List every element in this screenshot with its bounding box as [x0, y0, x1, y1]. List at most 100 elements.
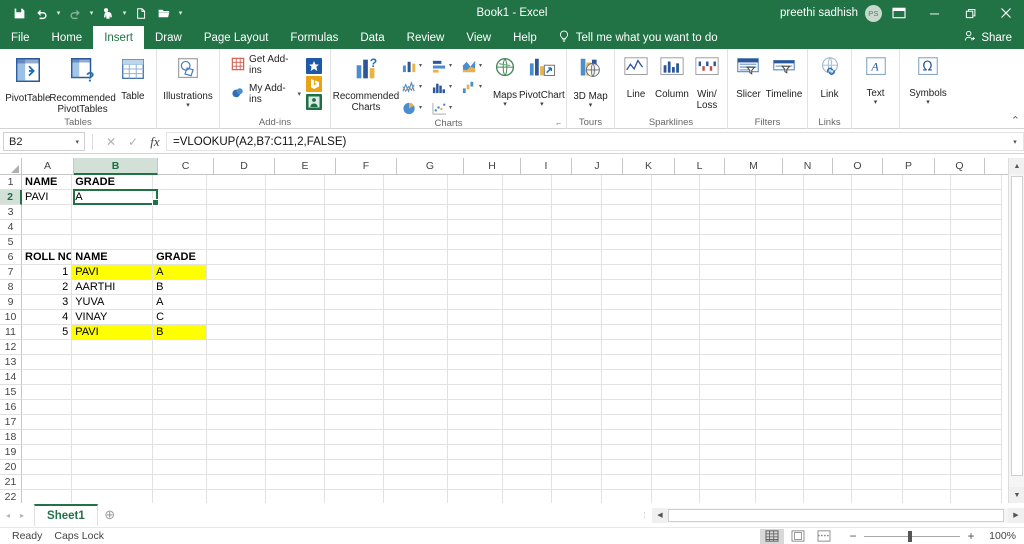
cell-K3[interactable] — [602, 205, 652, 220]
bing-addin-icon[interactable] — [306, 76, 322, 92]
cell-D3[interactable] — [207, 205, 266, 220]
cell-H6[interactable] — [448, 250, 503, 265]
cell-J3[interactable] — [552, 205, 601, 220]
column-header-j[interactable]: J — [572, 158, 623, 175]
cell-Q8[interactable] — [903, 280, 951, 295]
cell-R13[interactable] — [951, 355, 1002, 370]
cell-C9[interactable]: A — [153, 295, 207, 310]
scroll-right-icon[interactable]: ▶ — [1008, 508, 1024, 523]
3d-map-button[interactable]: 3D Map ▾ — [571, 52, 610, 109]
column-header-c[interactable]: C — [158, 158, 214, 175]
zoom-level-label[interactable]: 100% — [982, 530, 1016, 542]
cell-O11[interactable] — [804, 325, 852, 340]
close-button[interactable] — [988, 0, 1024, 26]
cell-C6[interactable]: GRADE — [153, 250, 207, 265]
cell-D7[interactable] — [207, 265, 266, 280]
cell-I6[interactable] — [503, 250, 552, 265]
cell-C22[interactable] — [153, 490, 207, 503]
cell-M16[interactable] — [700, 400, 756, 415]
cell-I17[interactable] — [503, 415, 552, 430]
cell-O4[interactable] — [804, 220, 852, 235]
collapse-ribbon-button[interactable]: ⌃ — [1011, 114, 1020, 127]
cell-A13[interactable] — [22, 355, 72, 370]
touch-mouse-dropdown-caret[interactable]: ▾ — [120, 2, 129, 24]
cell-F12[interactable] — [325, 340, 384, 355]
cell-L7[interactable] — [652, 265, 700, 280]
cell-I19[interactable] — [503, 445, 552, 460]
row-header-20[interactable]: 20 — [0, 460, 22, 475]
save-icon[interactable] — [8, 2, 30, 24]
cell-N1[interactable] — [756, 175, 804, 190]
cell-D14[interactable] — [207, 370, 266, 385]
cell-E1[interactable] — [266, 175, 325, 190]
cell-P3[interactable] — [852, 205, 902, 220]
cell-C8[interactable]: B — [153, 280, 207, 295]
cell-E19[interactable] — [266, 445, 325, 460]
cell-D2[interactable] — [207, 190, 266, 205]
row-header-5[interactable]: 5 — [0, 235, 22, 250]
cell-N9[interactable] — [756, 295, 804, 310]
cell-H1[interactable] — [448, 175, 503, 190]
cell-G15[interactable] — [384, 385, 449, 400]
cell-R20[interactable] — [951, 460, 1002, 475]
tab-page-layout[interactable]: Page Layout — [193, 26, 280, 49]
pivottable-button[interactable]: PivotTable — [4, 52, 52, 104]
cell-M5[interactable] — [700, 235, 756, 250]
cancel-icon[interactable]: ✕ — [100, 132, 122, 152]
scroll-up-icon[interactable]: ▲ — [1009, 158, 1024, 174]
cell-L6[interactable] — [652, 250, 700, 265]
cell-M17[interactable] — [700, 415, 756, 430]
cell-L11[interactable] — [652, 325, 700, 340]
cell-L19[interactable] — [652, 445, 700, 460]
touch-mouse-mode-icon[interactable] — [97, 2, 119, 24]
cell-O3[interactable] — [804, 205, 852, 220]
cell-P11[interactable] — [852, 325, 902, 340]
cell-P7[interactable] — [852, 265, 902, 280]
avatar[interactable]: PS — [865, 5, 882, 22]
cell-M19[interactable] — [700, 445, 756, 460]
page-break-preview-button[interactable] — [812, 529, 836, 544]
sheet-tab-navigation[interactable]: ◂ ▸ — [0, 511, 24, 520]
cell-O21[interactable] — [804, 475, 852, 490]
cell-N16[interactable] — [756, 400, 804, 415]
cell-G5[interactable] — [384, 235, 449, 250]
cell-J19[interactable] — [552, 445, 601, 460]
enter-icon[interactable]: ✓ — [122, 132, 144, 152]
scroll-left-icon[interactable]: ◀ — [652, 508, 668, 523]
cell-D8[interactable] — [207, 280, 266, 295]
symbols-button[interactable]: Ω Symbols ▾ — [904, 52, 952, 106]
row-header-18[interactable]: 18 — [0, 430, 22, 445]
cell-J22[interactable] — [552, 490, 601, 503]
cell-E18[interactable] — [266, 430, 325, 445]
cell-H7[interactable] — [448, 265, 503, 280]
cell-A10[interactable]: 4 — [22, 310, 72, 325]
cell-N18[interactable] — [756, 430, 804, 445]
cell-B17[interactable] — [72, 415, 153, 430]
cell-Q1[interactable] — [903, 175, 951, 190]
horizontal-scroll-thumb[interactable] — [668, 509, 1004, 522]
cell-G17[interactable] — [384, 415, 449, 430]
cell-G9[interactable] — [384, 295, 449, 310]
cell-L14[interactable] — [652, 370, 700, 385]
pie-chart-button[interactable]: ▾ — [401, 97, 431, 118]
cell-E3[interactable] — [266, 205, 325, 220]
cell-Q6[interactable] — [903, 250, 951, 265]
cell-A3[interactable] — [22, 205, 72, 220]
cell-R14[interactable] — [951, 370, 1002, 385]
tab-view[interactable]: View — [455, 26, 502, 49]
cell-P8[interactable] — [852, 280, 902, 295]
recommended-pivottables-button[interactable]: ? Recommended PivotTables — [52, 52, 114, 115]
cell-O20[interactable] — [804, 460, 852, 475]
cell-F19[interactable] — [325, 445, 384, 460]
row-header-2[interactable]: 2 — [0, 190, 22, 205]
cell-R22[interactable] — [951, 490, 1002, 503]
cell-D12[interactable] — [207, 340, 266, 355]
cell-Q16[interactable] — [903, 400, 951, 415]
cell-N12[interactable] — [756, 340, 804, 355]
cell-R4[interactable] — [951, 220, 1002, 235]
cell-Q9[interactable] — [903, 295, 951, 310]
cell-A20[interactable] — [22, 460, 72, 475]
cell-B11[interactable]: PAVI — [72, 325, 153, 340]
cell-L2[interactable] — [652, 190, 700, 205]
cell-K16[interactable] — [602, 400, 652, 415]
